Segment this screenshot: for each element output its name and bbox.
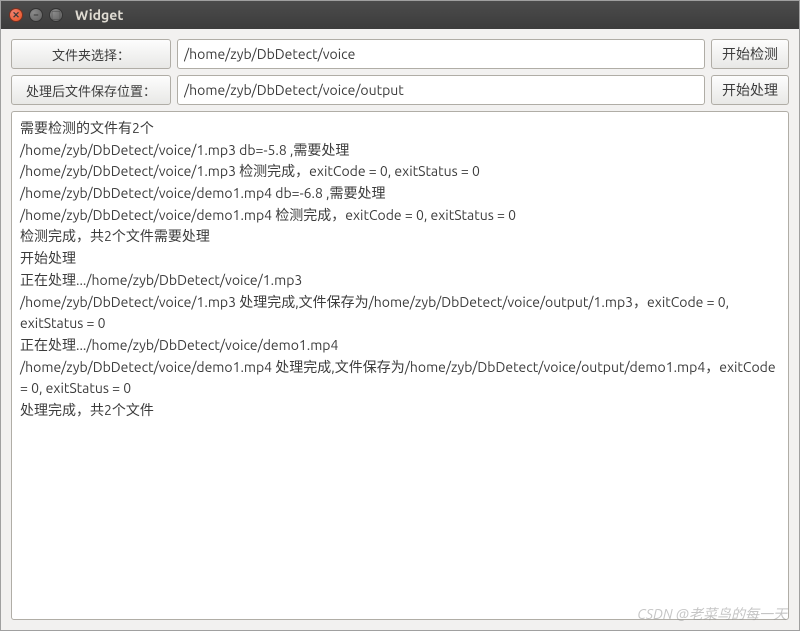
row-output-folder: 处理后文件保存位置： 开始处理 — [11, 75, 789, 105]
minimize-icon[interactable]: – — [29, 8, 43, 22]
row-select-folder: 文件夹选择： 开始检测 — [11, 39, 789, 69]
select-folder-button[interactable]: 文件夹选择： — [11, 39, 171, 69]
main-window: ✕ – ▢ Widget 文件夹选择： 开始检测 处理后文件保存位置： 开始处理… — [0, 0, 800, 631]
titlebar: ✕ – ▢ Widget — [1, 1, 799, 29]
start-process-button[interactable]: 开始处理 — [711, 75, 789, 105]
window-controls: ✕ – ▢ — [9, 8, 63, 22]
maximize-icon[interactable]: ▢ — [49, 8, 63, 22]
close-icon[interactable]: ✕ — [9, 8, 23, 22]
content-area: 文件夹选择： 开始检测 处理后文件保存位置： 开始处理 需要检测的文件有2个 /… — [1, 29, 799, 630]
log-output[interactable]: 需要检测的文件有2个 /home/zyb/DbDetect/voice/1.mp… — [11, 111, 789, 620]
start-detect-button[interactable]: 开始检测 — [711, 39, 789, 69]
folder-path-input[interactable] — [177, 39, 705, 69]
output-path-input[interactable] — [177, 75, 705, 105]
output-folder-button[interactable]: 处理后文件保存位置： — [11, 75, 171, 105]
window-title: Widget — [75, 7, 123, 23]
